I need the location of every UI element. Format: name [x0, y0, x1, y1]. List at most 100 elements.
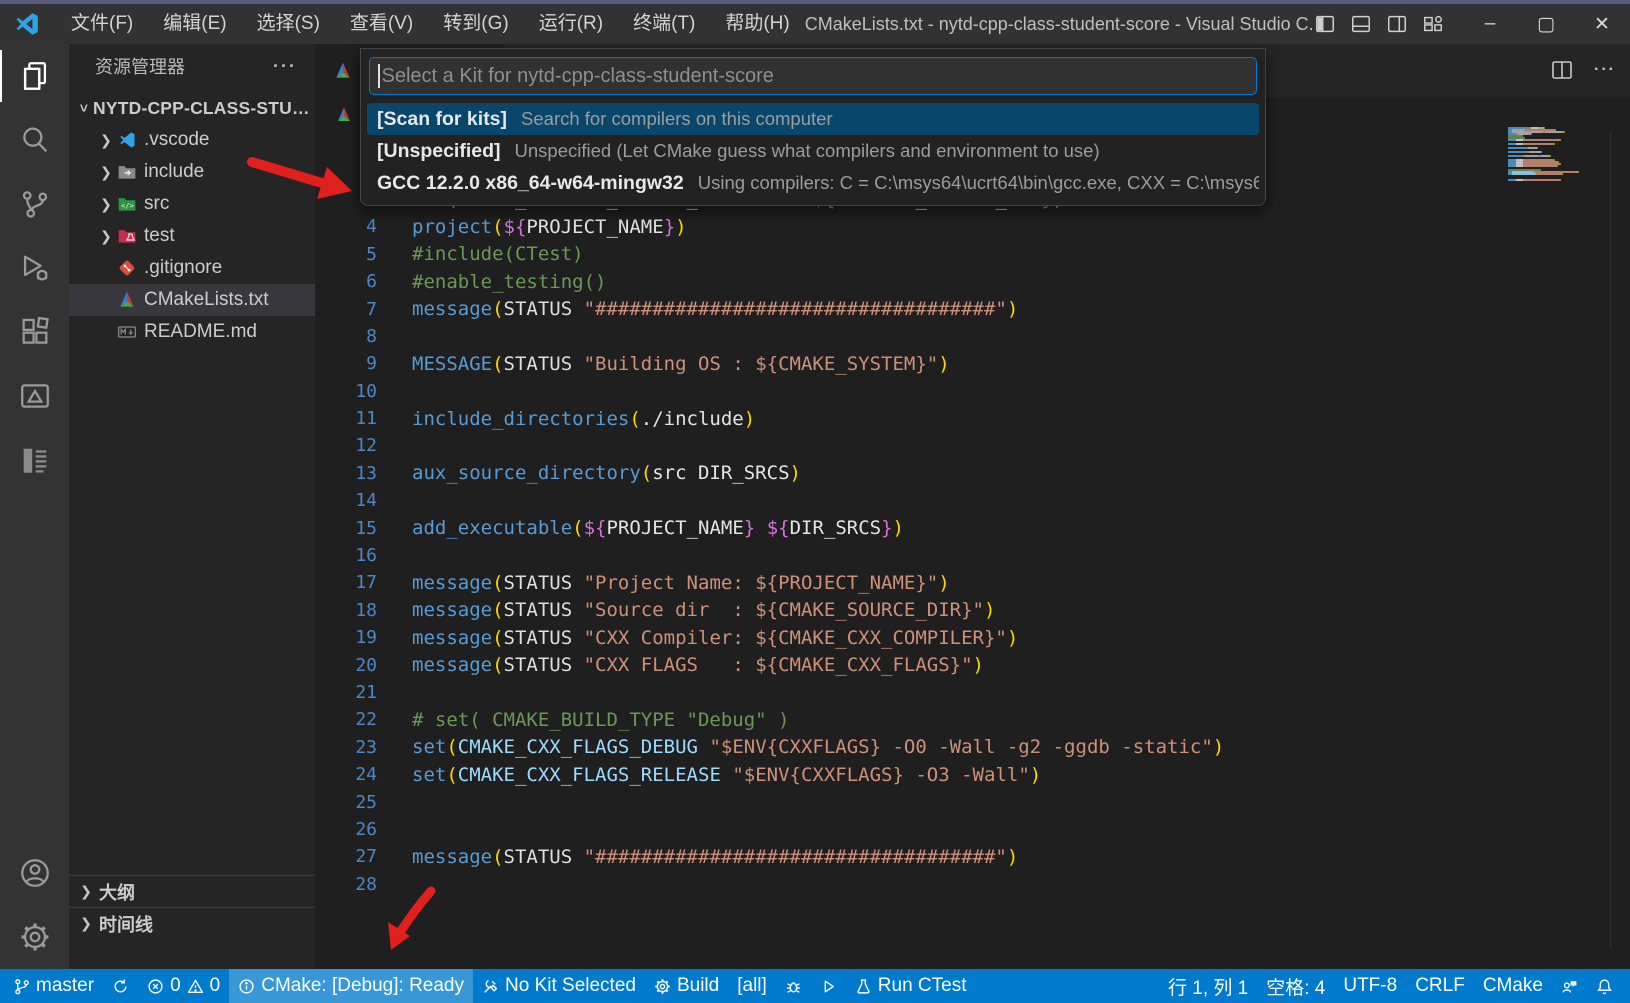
- feedback-icon: [1561, 978, 1578, 995]
- quick-pick-item-0[interactable]: [Scan for kits]Search for compilers on t…: [367, 103, 1259, 135]
- tree-item-test[interactable]: ❯test: [69, 220, 315, 252]
- code-line-9[interactable]: 9MESSAGE(STATUS "Building OS : ${CMAKE_S…: [315, 350, 1630, 377]
- status-kit[interactable]: No Kit Selected: [473, 969, 645, 1003]
- status-label: UTF-8: [1343, 975, 1397, 997]
- quick-pick-item-1[interactable]: [Unspecified]Unspecified (Let CMake gues…: [367, 135, 1259, 167]
- maximize-button[interactable]: ▢: [1518, 4, 1574, 44]
- status-build[interactable]: Build: [645, 969, 728, 1003]
- status-ctest[interactable]: Run CTest: [846, 969, 976, 1003]
- code-line-4[interactable]: 4project(${PROJECT_NAME}): [315, 213, 1630, 240]
- minimize-button[interactable]: –: [1462, 4, 1518, 44]
- account-icon: [18, 856, 52, 890]
- line-number: 14: [315, 490, 377, 511]
- code-line-25[interactable]: 25: [315, 788, 1630, 815]
- code-line-13[interactable]: 13aux_source_directory(src DIR_SRCS): [315, 460, 1630, 487]
- quick-pick-item-2[interactable]: GCC 12.2.0 x86_64-w64-mingw32Using compi…: [367, 167, 1259, 199]
- activity-run-debug[interactable]: [0, 236, 69, 300]
- code-line-18[interactable]: 18message(STATUS "Source dir : ${CMAKE_S…: [315, 597, 1630, 624]
- code-editor[interactable]: 1cmake_minimum_required(VERSION 3.0.0)2s…: [315, 131, 1630, 969]
- status-problems[interactable]: 00: [138, 969, 229, 1003]
- status-build-target[interactable]: [all]: [728, 969, 776, 1003]
- status-branch[interactable]: master: [4, 969, 103, 1003]
- activity-settings[interactable]: [0, 905, 69, 969]
- tree-item--gitignore[interactable]: .gitignore: [69, 252, 315, 284]
- status-launch-target[interactable]: [811, 969, 846, 1003]
- split-editor-icon[interactable]: [1550, 58, 1574, 82]
- status-cmake-status[interactable]: CMake: [Debug]: Ready: [229, 969, 473, 1003]
- status-notifications[interactable]: [1587, 969, 1622, 1003]
- git-icon: [117, 258, 137, 278]
- include-folder-icon: [117, 162, 137, 182]
- tree-item-label: .gitignore: [144, 257, 222, 279]
- code-line-5[interactable]: 5#include(CTest): [315, 241, 1630, 268]
- code-line-7[interactable]: 7message(STATUS "#######################…: [315, 295, 1630, 322]
- more-actions-icon[interactable]: ···: [273, 56, 297, 77]
- status-label: 空格: 4: [1266, 973, 1325, 1000]
- close-button[interactable]: ✕: [1574, 4, 1630, 44]
- line-number: 17: [315, 572, 377, 593]
- quick-pick-input[interactable]: Select a Kit for nytd-cpp-class-student-…: [369, 57, 1257, 95]
- status-sync[interactable]: [103, 969, 138, 1003]
- minimap[interactable]: [1508, 127, 1604, 183]
- toggle-panel-icon[interactable]: [1350, 13, 1372, 35]
- menu-v[interactable]: 查看(V): [335, 4, 428, 44]
- menu-e[interactable]: 编辑(E): [148, 4, 241, 44]
- toggle-sidebar-icon[interactable]: [1314, 13, 1336, 35]
- code-line-12[interactable]: 12: [315, 432, 1630, 459]
- code-line-19[interactable]: 19message(STATUS "CXX Compiler: ${CMAKE_…: [315, 624, 1630, 651]
- activity-accounts[interactable]: [0, 841, 69, 905]
- tree-item-cmakelists-txt[interactable]: CMakeLists.txt: [69, 284, 315, 316]
- menu-t[interactable]: 终端(T): [618, 4, 710, 44]
- status-indentation[interactable]: 空格: 4: [1257, 969, 1334, 1003]
- activity-project-outline[interactable]: [0, 428, 69, 492]
- activity-search[interactable]: [0, 108, 69, 172]
- code-line-21[interactable]: 21: [315, 679, 1630, 706]
- editor-more-actions-icon[interactable]: ···: [1594, 61, 1616, 79]
- customize-layout-icon[interactable]: [1422, 13, 1444, 35]
- code-line-16[interactable]: 16: [315, 542, 1630, 569]
- tree-root-folder[interactable]: ˅NYTD-CPP-CLASS-STUDEN...: [69, 92, 315, 124]
- sidebar-section-timeline[interactable]: ❯时间线: [69, 907, 315, 939]
- status-eol[interactable]: CRLF: [1406, 969, 1474, 1003]
- code-line-15[interactable]: 15add_executable(${PROJECT_NAME} ${DIR_S…: [315, 514, 1630, 541]
- vscode-logo-icon: [14, 11, 40, 37]
- code-line-22[interactable]: 22# set( CMAKE_BUILD_TYPE "Debug" ): [315, 706, 1630, 733]
- status-encoding[interactable]: UTF-8: [1334, 969, 1406, 1003]
- menu-g[interactable]: 转到(G): [428, 4, 523, 44]
- code-line-23[interactable]: 23set(CMAKE_CXX_FLAGS_DEBUG "$ENV{CXXFLA…: [315, 734, 1630, 761]
- gear-icon: [18, 920, 52, 954]
- code-line-10[interactable]: 10: [315, 378, 1630, 405]
- code-line-26[interactable]: 26: [315, 816, 1630, 843]
- tree-item-readme-md[interactable]: README.md: [69, 316, 315, 348]
- activity-source-control[interactable]: [0, 172, 69, 236]
- code-line-27[interactable]: 27message(STATUS "######################…: [315, 843, 1630, 870]
- activity-cmake-tools[interactable]: [0, 364, 69, 428]
- tree-item--vscode[interactable]: ❯.vscode: [69, 124, 315, 156]
- menu-s[interactable]: 选择(S): [242, 4, 335, 44]
- chevron-down-icon: ˅: [75, 100, 93, 116]
- sidebar-title: 资源管理器: [95, 53, 185, 79]
- code-line-14[interactable]: 14: [315, 487, 1630, 514]
- code-line-11[interactable]: 11include_directories(./include): [315, 405, 1630, 432]
- status-language-mode[interactable]: CMake: [1474, 969, 1552, 1003]
- menu-f[interactable]: 文件(F): [56, 4, 148, 44]
- activity-explorer[interactable]: [0, 44, 69, 108]
- sidebar-section-outline[interactable]: ❯大纲: [69, 875, 315, 907]
- toggle-secondary-sidebar-icon[interactable]: [1386, 13, 1408, 35]
- tree-item-include[interactable]: ❯include: [69, 156, 315, 188]
- status-debug-target[interactable]: [776, 969, 811, 1003]
- activity-extensions[interactable]: [0, 300, 69, 364]
- status-bar: master 00CMake: [Debug]: ReadyNo Kit Sele…: [0, 969, 1630, 1003]
- cmake-panel-icon: [18, 379, 52, 413]
- code-line-28[interactable]: 28: [315, 871, 1630, 898]
- code-line-24[interactable]: 24set(CMAKE_CXX_FLAGS_RELEASE "$ENV{CXXF…: [315, 761, 1630, 788]
- code-line-17[interactable]: 17message(STATUS "Project Name: ${PROJEC…: [315, 569, 1630, 596]
- tree-item-src[interactable]: ❯</>src: [69, 188, 315, 220]
- code-line-8[interactable]: 8: [315, 323, 1630, 350]
- menu-r[interactable]: 运行(R): [524, 4, 618, 44]
- menu-h[interactable]: 帮助(H): [710, 4, 804, 44]
- code-line-6[interactable]: 6#enable_testing(): [315, 268, 1630, 295]
- status-feedback[interactable]: [1552, 969, 1587, 1003]
- code-line-20[interactable]: 20message(STATUS "CXX FLAGS : ${CMAKE_CX…: [315, 651, 1630, 678]
- status-cursor-position[interactable]: 行 1, 列 1: [1159, 969, 1257, 1003]
